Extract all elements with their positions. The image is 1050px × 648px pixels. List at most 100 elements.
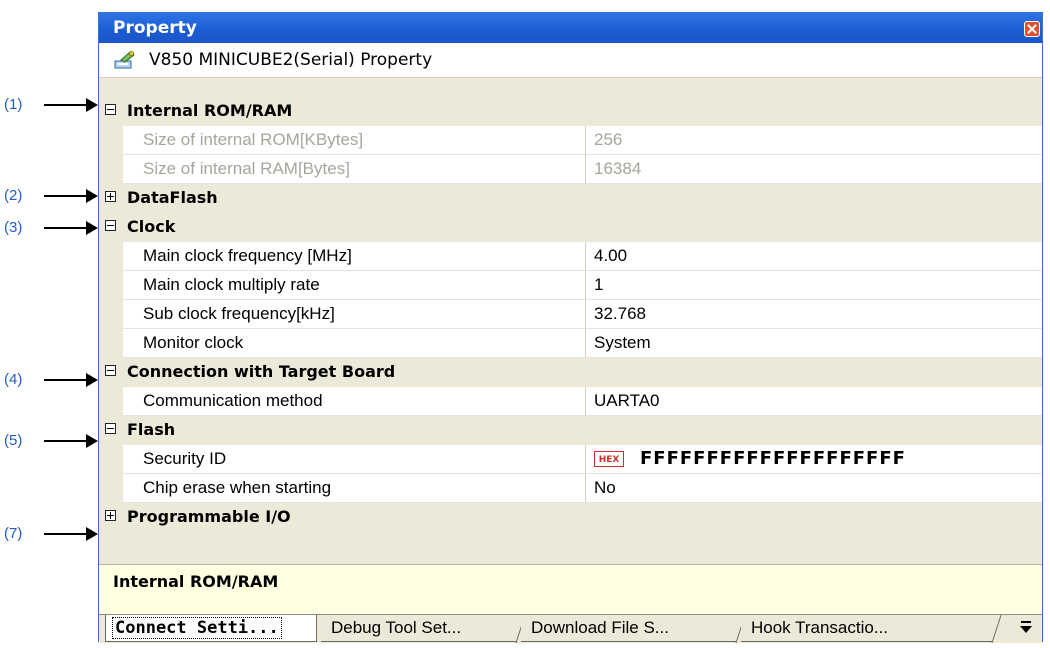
property-name-cell[interactable]: Security ID <box>123 445 586 474</box>
category-label: Flash <box>127 420 176 439</box>
tab-label: Download File S... <box>531 618 669 637</box>
property-name: Security ID <box>143 449 227 468</box>
callout-label: (4) <box>4 371 23 388</box>
multiply-rate-field[interactable]: 1 <box>586 271 1042 300</box>
category-dataflash[interactable]: DataFlash <box>99 184 1042 213</box>
main-clock-frequency-field[interactable]: 4.00 <box>586 242 1042 271</box>
property-value: FFFFFFFFFFFFFFFFFFFF <box>640 448 906 469</box>
callout-1: (1) <box>0 95 100 115</box>
property-value: 256 <box>594 130 623 149</box>
property-grid: Internal ROM/RAM Size of internal ROM[KB… <box>99 97 1042 532</box>
collapse-icon[interactable] <box>105 220 116 231</box>
property-row[interactable]: Main clock frequency [MHz] 4.00 <box>99 242 1042 271</box>
callout-7: (7) <box>0 524 100 544</box>
callout-label: (1) <box>4 96 23 113</box>
category-label: Clock <box>127 217 176 236</box>
property-name: Sub clock frequency[kHz] <box>143 304 335 323</box>
property-name-cell[interactable]: Chip erase when starting <box>123 474 586 503</box>
close-icon[interactable] <box>1024 21 1040 37</box>
property-row[interactable]: Chip erase when starting No <box>99 474 1042 503</box>
property-name: Main clock multiply rate <box>143 275 320 294</box>
property-row[interactable]: Sub clock frequency[kHz] 32.768 <box>99 300 1042 329</box>
category-connection[interactable]: Connection with Target Board <box>99 358 1042 387</box>
arrow-right-icon <box>86 373 98 387</box>
property-value: 32.768 <box>594 304 646 323</box>
property-name-cell: Size of internal RAM[Bytes] <box>123 155 586 184</box>
arrow-shaft <box>44 227 88 229</box>
property-panel: Property V850 MINICUBE2(Serial) Property… <box>98 12 1043 643</box>
sub-clock-frequency-field[interactable]: 32.768 <box>586 300 1042 329</box>
callout-label: (7) <box>4 525 23 542</box>
communication-method-select[interactable]: UARTA0 <box>586 387 1042 416</box>
callout-4: (4) <box>0 370 100 390</box>
object-header: V850 MINICUBE2(Serial) Property <box>99 43 1042 78</box>
property-name-cell: Size of internal ROM[KBytes] <box>123 126 586 155</box>
tab-label: Hook Transactio... <box>751 618 889 637</box>
callout-2: (2) <box>0 186 100 206</box>
property-value: 4.00 <box>594 246 628 265</box>
property-row: Size of internal RAM[Bytes] 16384 <box>99 155 1042 184</box>
property-value-cell: 256 <box>586 126 1042 155</box>
property-name-cell[interactable]: Main clock multiply rate <box>123 271 586 300</box>
callout-label: (3) <box>4 219 23 236</box>
expand-icon[interactable] <box>105 191 116 202</box>
property-name: Main clock frequency [MHz] <box>143 246 352 265</box>
category-flash[interactable]: Flash <box>99 416 1042 445</box>
property-name-cell[interactable]: Monitor clock <box>123 329 586 358</box>
property-name-cell[interactable]: Communication method <box>123 387 586 416</box>
collapse-icon[interactable] <box>105 365 116 376</box>
arrow-right-icon <box>86 527 98 541</box>
property-value: System <box>594 333 651 352</box>
property-name: Communication method <box>143 391 323 410</box>
collapse-icon[interactable] <box>105 423 116 434</box>
property-name-cell[interactable]: Main clock frequency [MHz] <box>123 242 586 271</box>
category-label: DataFlash <box>127 188 218 207</box>
description-text: Internal ROM/RAM <box>113 572 279 591</box>
arrow-shaft <box>44 440 88 442</box>
object-label: V850 MINICUBE2(Serial) Property <box>149 50 433 70</box>
tab-overflow-icon[interactable] <box>1020 621 1032 635</box>
monitor-clock-select[interactable]: System <box>586 329 1042 358</box>
property-value: 16384 <box>594 159 642 178</box>
tab-label: Connect Setti... <box>112 617 282 639</box>
arrow-shaft <box>44 533 88 535</box>
property-row[interactable]: Monitor clock System <box>99 329 1042 358</box>
arrow-shaft <box>44 104 88 106</box>
property-value: 1 <box>594 275 604 294</box>
category-internal-rom-ram[interactable]: Internal ROM/RAM <box>99 97 1042 126</box>
property-row[interactable]: Security ID HEX FFFFFFFFFFFFFFFFFFFF <box>99 445 1042 474</box>
arrow-right-icon <box>86 189 98 203</box>
arrow-right-icon <box>86 221 98 235</box>
expand-icon[interactable] <box>105 510 116 521</box>
chip-erase-select[interactable]: No <box>586 474 1042 503</box>
title-bar: Property <box>99 13 1042 43</box>
description-area: Internal ROM/RAM <box>99 564 1042 615</box>
security-id-field[interactable]: HEX FFFFFFFFFFFFFFFFFFFF <box>586 445 1042 474</box>
property-value-cell: 16384 <box>586 155 1042 184</box>
tab-debug-tool-settings[interactable]: Debug Tool Set... <box>321 615 526 643</box>
callout-label: (2) <box>4 187 23 204</box>
arrow-shaft <box>44 379 88 381</box>
debug-tool-icon <box>114 51 135 69</box>
tab-download-file-settings[interactable]: Download File S... <box>521 615 746 643</box>
property-row[interactable]: Communication method UARTA0 <box>99 387 1042 416</box>
hex-badge-icon: HEX <box>594 451 624 467</box>
panel-title: Property <box>113 18 197 38</box>
category-programmable-io[interactable]: Programmable I/O <box>99 503 1042 532</box>
property-value: No <box>594 478 616 497</box>
property-name-cell[interactable]: Sub clock frequency[kHz] <box>123 300 586 329</box>
category-label: Programmable I/O <box>127 507 291 526</box>
collapse-icon[interactable] <box>105 104 116 115</box>
property-name: Monitor clock <box>143 333 244 352</box>
property-name: Chip erase when starting <box>143 478 332 497</box>
callout-label: (5) <box>4 432 23 449</box>
property-value: UARTA0 <box>594 391 660 410</box>
arrow-shaft <box>44 195 88 197</box>
category-label: Internal ROM/RAM <box>127 101 293 120</box>
tab-connect-settings[interactable]: Connect Setti... <box>105 615 317 642</box>
property-row: Size of internal ROM[KBytes] 256 <box>99 126 1042 155</box>
category-clock[interactable]: Clock <box>99 213 1042 242</box>
tab-hook-transaction-settings[interactable]: Hook Transactio... <box>741 615 1002 643</box>
arrow-right-icon <box>86 434 98 448</box>
property-row[interactable]: Main clock multiply rate 1 <box>99 271 1042 300</box>
